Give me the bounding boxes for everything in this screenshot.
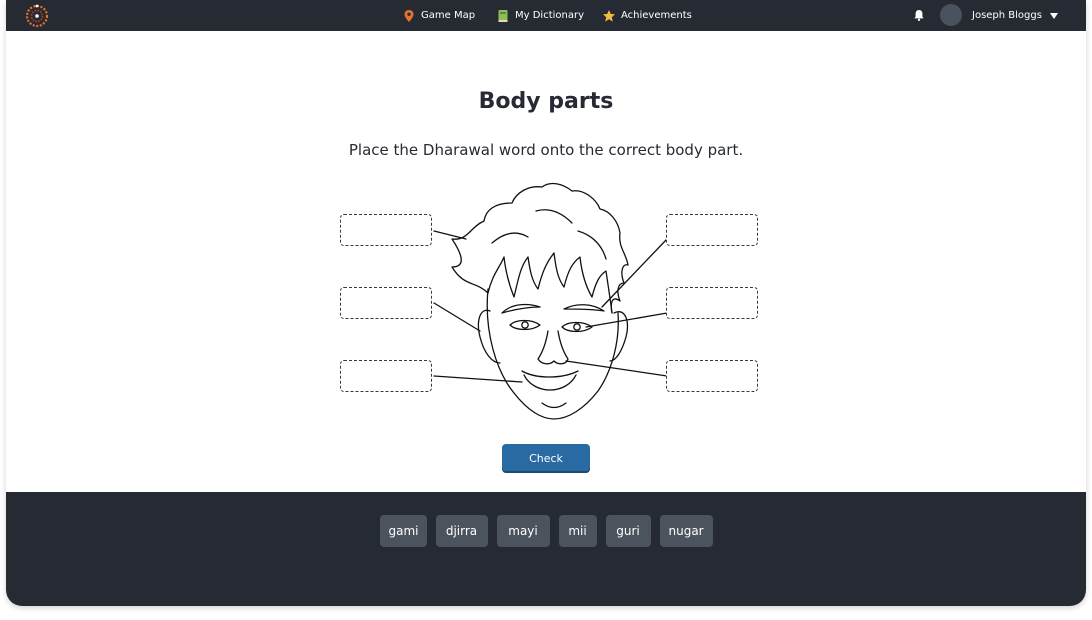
- page-title: Body parts: [478, 89, 614, 114]
- user-name[interactable]: Joseph Bloggs: [972, 0, 1042, 31]
- nav-my-dictionary-label: My Dictionary: [515, 10, 585, 21]
- word-chip[interactable]: djirra: [435, 515, 488, 547]
- word-chip[interactable]: gami: [379, 515, 427, 547]
- word-chip[interactable]: mayi: [496, 515, 550, 547]
- top-navigation-bar: Game Map My Dictionary Achievements Jose…: [6, 0, 1086, 31]
- word-chip[interactable]: guri: [605, 515, 651, 547]
- nav-game-map[interactable]: Game Map: [402, 0, 475, 31]
- drop-zone-right-middle[interactable]: [666, 287, 758, 319]
- drop-zone-right-bottom[interactable]: [666, 360, 758, 392]
- word-chip[interactable]: mii: [558, 515, 597, 547]
- drop-zone-left-top[interactable]: [340, 214, 432, 246]
- nav-achievements[interactable]: Achievements: [602, 0, 692, 31]
- word-chip[interactable]: nugar: [659, 515, 713, 547]
- app-window: Game Map My Dictionary Achievements Jose…: [6, 0, 1086, 606]
- word-chip-list: gami djirra mayi mii guri nugar: [6, 515, 1086, 547]
- drop-zone-right-top[interactable]: [666, 214, 758, 246]
- bell-icon[interactable]: [912, 8, 926, 22]
- drop-zone-left-bottom[interactable]: [340, 360, 432, 392]
- drop-zone-left-middle[interactable]: [340, 287, 432, 319]
- nav-achievements-label: Achievements: [621, 10, 692, 21]
- avatar[interactable]: [940, 4, 962, 26]
- activity-area: Body parts Place the Dharawal word onto …: [6, 31, 1086, 492]
- check-button[interactable]: Check: [502, 444, 590, 471]
- app-logo-icon[interactable]: [24, 3, 50, 29]
- word-bank: gami djirra mayi mii guri nugar: [6, 492, 1086, 606]
- nav-game-map-label: Game Map: [421, 10, 476, 21]
- map-pin-icon: [404, 9, 414, 22]
- chevron-down-icon[interactable]: [1049, 12, 1059, 20]
- book-icon: [498, 9, 508, 22]
- star-icon: [603, 9, 615, 22]
- instruction-text: Place the Dharawal word onto the correct…: [348, 141, 744, 159]
- nav-my-dictionary[interactable]: My Dictionary: [496, 0, 584, 31]
